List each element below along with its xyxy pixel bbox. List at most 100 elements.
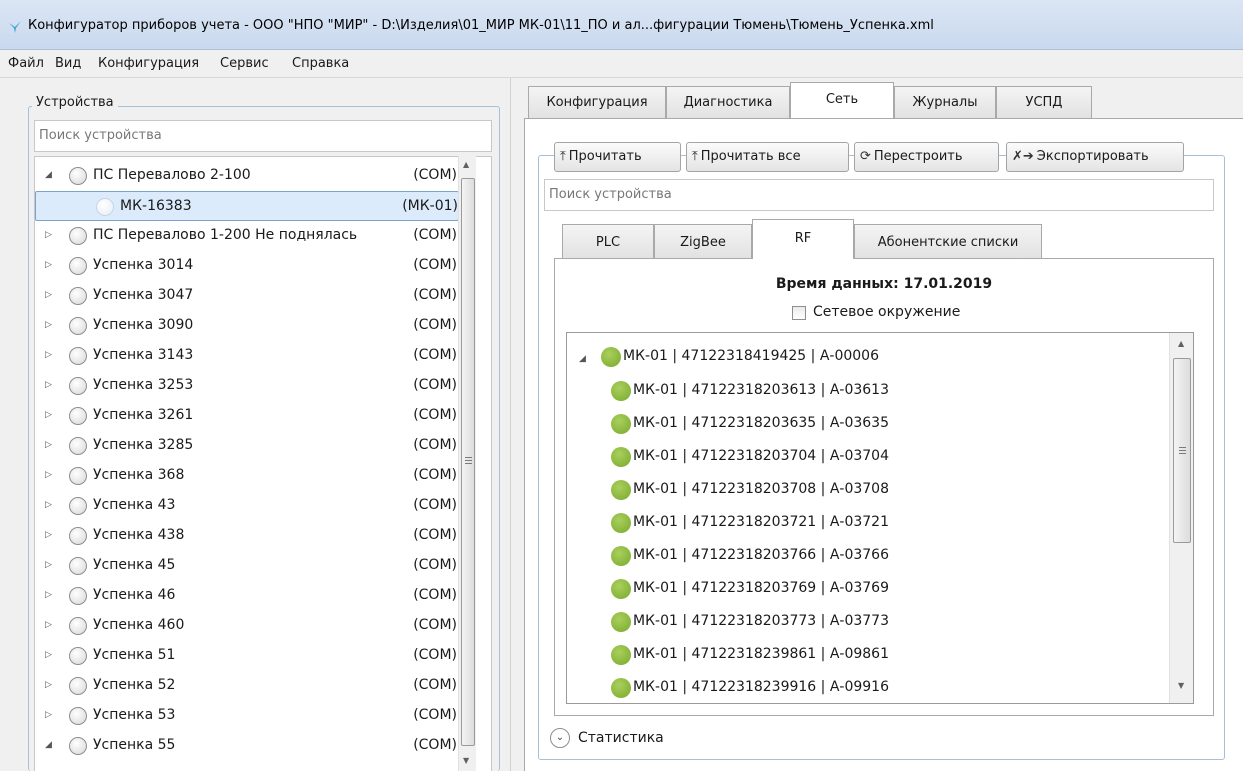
device-name: МК-16383	[120, 198, 192, 214]
read-button[interactable]: ⤒ Прочитать	[554, 142, 681, 172]
rf-item-label: МК-01 | 47122318203769 | А-03769	[633, 580, 889, 596]
device-tree-item[interactable]: ▷ Успенка 3261 (COM)	[35, 401, 459, 431]
device-tree-item[interactable]: ▷ Успенка 3143 (COM)	[35, 341, 459, 371]
device-tree-item[interactable]: ▷ Успенка 53 (COM)	[35, 701, 459, 731]
scroll-thumb[interactable]	[461, 178, 475, 746]
scroll-up-icon[interactable]: ▲	[463, 160, 469, 169]
read-all-button[interactable]: ⤒ Прочитать все	[686, 142, 849, 172]
device-type: (МК-01)	[402, 198, 458, 214]
subtab-subscriber-lists[interactable]: Абонентские списки	[854, 224, 1042, 258]
menu-service[interactable]: Сервис	[218, 56, 271, 71]
device-name: ПС Перевалово 1-200 Не поднялась	[93, 227, 358, 243]
device-tree-item[interactable]: ▷ Успенка 438 (COM)	[35, 521, 459, 551]
scroll-thumb[interactable]	[1173, 358, 1191, 543]
expander-collapsed-icon[interactable]: ▷	[45, 500, 55, 510]
export-icon: ✗➔	[1012, 149, 1034, 164]
device-tree-item[interactable]: ▷ Успенка 368 (COM)	[35, 461, 459, 491]
statistics-expand-icon[interactable]: ⌄	[550, 728, 570, 748]
expander-collapsed-icon[interactable]: ▷	[45, 710, 55, 720]
device-type: (COM)	[413, 167, 457, 183]
tab-configuration[interactable]: Конфигурация	[528, 86, 666, 118]
device-name: Успенка 3090	[93, 317, 194, 333]
rf-tree-scrollbar[interactable]: ▲ ▼	[1169, 333, 1193, 703]
expander-collapsed-icon[interactable]: ▷	[45, 680, 55, 690]
menu-file[interactable]: Файл	[6, 56, 46, 71]
expander-collapsed-icon[interactable]: ▷	[45, 440, 55, 450]
statistics-label[interactable]: Статистика	[578, 730, 664, 746]
device-tree: ◢ ПС Перевалово 2-100 (COM) МК-16383 (МК-01)…	[34, 156, 492, 771]
menu-configuration[interactable]: Конфигурация	[96, 56, 201, 71]
device-tree-item[interactable]: МК-16383 (МК-01)	[35, 191, 459, 221]
status-offline-icon	[69, 707, 87, 725]
scroll-down-icon[interactable]: ▼	[463, 756, 469, 765]
expander-expanded-icon[interactable]: ◢	[579, 354, 589, 364]
device-tree-item[interactable]: ▷ Успенка 3285 (COM)	[35, 431, 459, 461]
device-type: (COM)	[413, 287, 457, 303]
device-tree-item[interactable]: ◢ Успенка 55 (COM)	[35, 731, 459, 761]
device-tree-item[interactable]: ▷ ПС Перевалово 1-200 Не поднялась (COM)	[35, 221, 459, 251]
device-tree-item[interactable]: ▷ Успенка 51 (COM)	[35, 641, 459, 671]
device-tree-item[interactable]: ▷ Успенка 52 (COM)	[35, 671, 459, 701]
expander-collapsed-icon[interactable]: ▷	[45, 320, 55, 330]
status-offline-icon	[69, 167, 87, 185]
device-tree-scrollbar[interactable]: ▲ ▼	[458, 156, 476, 771]
panel-splitter[interactable]	[510, 78, 514, 771]
subtab-rf[interactable]: RF	[752, 219, 854, 259]
expander-collapsed-icon[interactable]: ▷	[45, 470, 55, 480]
scroll-down-icon[interactable]: ▼	[1178, 681, 1184, 690]
device-tree-item[interactable]: ▷ Успенка 460 (COM)	[35, 611, 459, 641]
device-name: Успенка 3143	[93, 347, 194, 363]
rf-device-tree: ◢ МК-01 | 47122318419425 | А-00006 МК-01…	[566, 332, 1194, 704]
device-type: (COM)	[413, 587, 457, 603]
device-search-input[interactable]: Поиск устройства	[34, 120, 492, 152]
expander-collapsed-icon[interactable]: ▷	[45, 620, 55, 630]
expander-expanded-icon[interactable]: ◢	[45, 740, 55, 750]
subtab-zigbee[interactable]: ZigBee	[654, 224, 752, 258]
device-tree-item[interactable]: ▷ Успенка 3090 (COM)	[35, 311, 459, 341]
rebuild-button-label: Перестроить	[873, 149, 963, 164]
tab-network[interactable]: Сеть	[790, 82, 894, 118]
status-online-icon	[611, 678, 631, 698]
expander-collapsed-icon[interactable]: ▷	[45, 350, 55, 360]
read-all-button-label: Прочитать все	[700, 149, 801, 164]
expander-collapsed-icon[interactable]: ▷	[45, 260, 55, 270]
status-offline-icon	[69, 527, 87, 545]
device-tree-item[interactable]: ▷ Успенка 45 (COM)	[35, 551, 459, 581]
rf-item-label: МК-01 | 47122318239861 | А-09861	[633, 646, 889, 662]
export-button[interactable]: ✗➔ Экспортировать	[1006, 142, 1184, 172]
scroll-up-icon[interactable]: ▲	[1178, 339, 1184, 348]
refresh-icon: ⟳	[860, 149, 871, 164]
network-search-input[interactable]: Поиск устройства	[544, 179, 1214, 211]
device-tree-item[interactable]: ▷ Успенка 43 (COM)	[35, 491, 459, 521]
title-bar: Конфигуратор приборов учета - ООО "НПО "…	[0, 0, 1243, 50]
tab-logs[interactable]: Журналы	[894, 86, 996, 118]
expander-collapsed-icon[interactable]: ▷	[45, 590, 55, 600]
expander-collapsed-icon[interactable]: ▷	[45, 230, 55, 240]
menu-view[interactable]: Вид	[53, 56, 83, 71]
expander-collapsed-icon[interactable]: ▷	[45, 410, 55, 420]
device-tree-item[interactable]: ▷ Успенка 46 (COM)	[35, 581, 459, 611]
rebuild-button[interactable]: ⟳ Перестроить	[854, 142, 999, 172]
expander-expanded-icon[interactable]: ◢	[45, 170, 55, 180]
device-type: (COM)	[413, 407, 457, 423]
device-tree-item[interactable]: ▷ Успенка 3253 (COM)	[35, 371, 459, 401]
menu-help[interactable]: Справка	[290, 56, 351, 71]
expander-collapsed-icon[interactable]: ▷	[45, 530, 55, 540]
device-tree-item[interactable]: ◢ ПС Перевалово 2-100 (COM)	[35, 161, 459, 191]
rf-item-label: МК-01 | 47122318203704 | А-03704	[633, 448, 889, 464]
expander-collapsed-icon[interactable]: ▷	[45, 380, 55, 390]
subtab-plc[interactable]: PLC	[562, 224, 654, 258]
status-offline-icon	[69, 317, 87, 335]
status-offline-icon	[69, 647, 87, 665]
expander-collapsed-icon[interactable]: ▷	[45, 560, 55, 570]
tab-uspd[interactable]: УСПД	[996, 86, 1092, 118]
expander-collapsed-icon[interactable]: ▷	[45, 650, 55, 660]
expander-collapsed-icon[interactable]: ▷	[45, 290, 55, 300]
device-tree-item[interactable]: ▷ Успенка 3047 (COM)	[35, 281, 459, 311]
device-tree-item[interactable]: ▷ Успенка 3014 (COM)	[35, 251, 459, 281]
status-offline-icon	[69, 677, 87, 695]
tab-diagnostics[interactable]: Диагностика	[666, 86, 790, 118]
network-environment-checkbox[interactable]	[792, 306, 806, 320]
status-offline-icon	[69, 347, 87, 365]
device-type: (COM)	[413, 737, 457, 753]
